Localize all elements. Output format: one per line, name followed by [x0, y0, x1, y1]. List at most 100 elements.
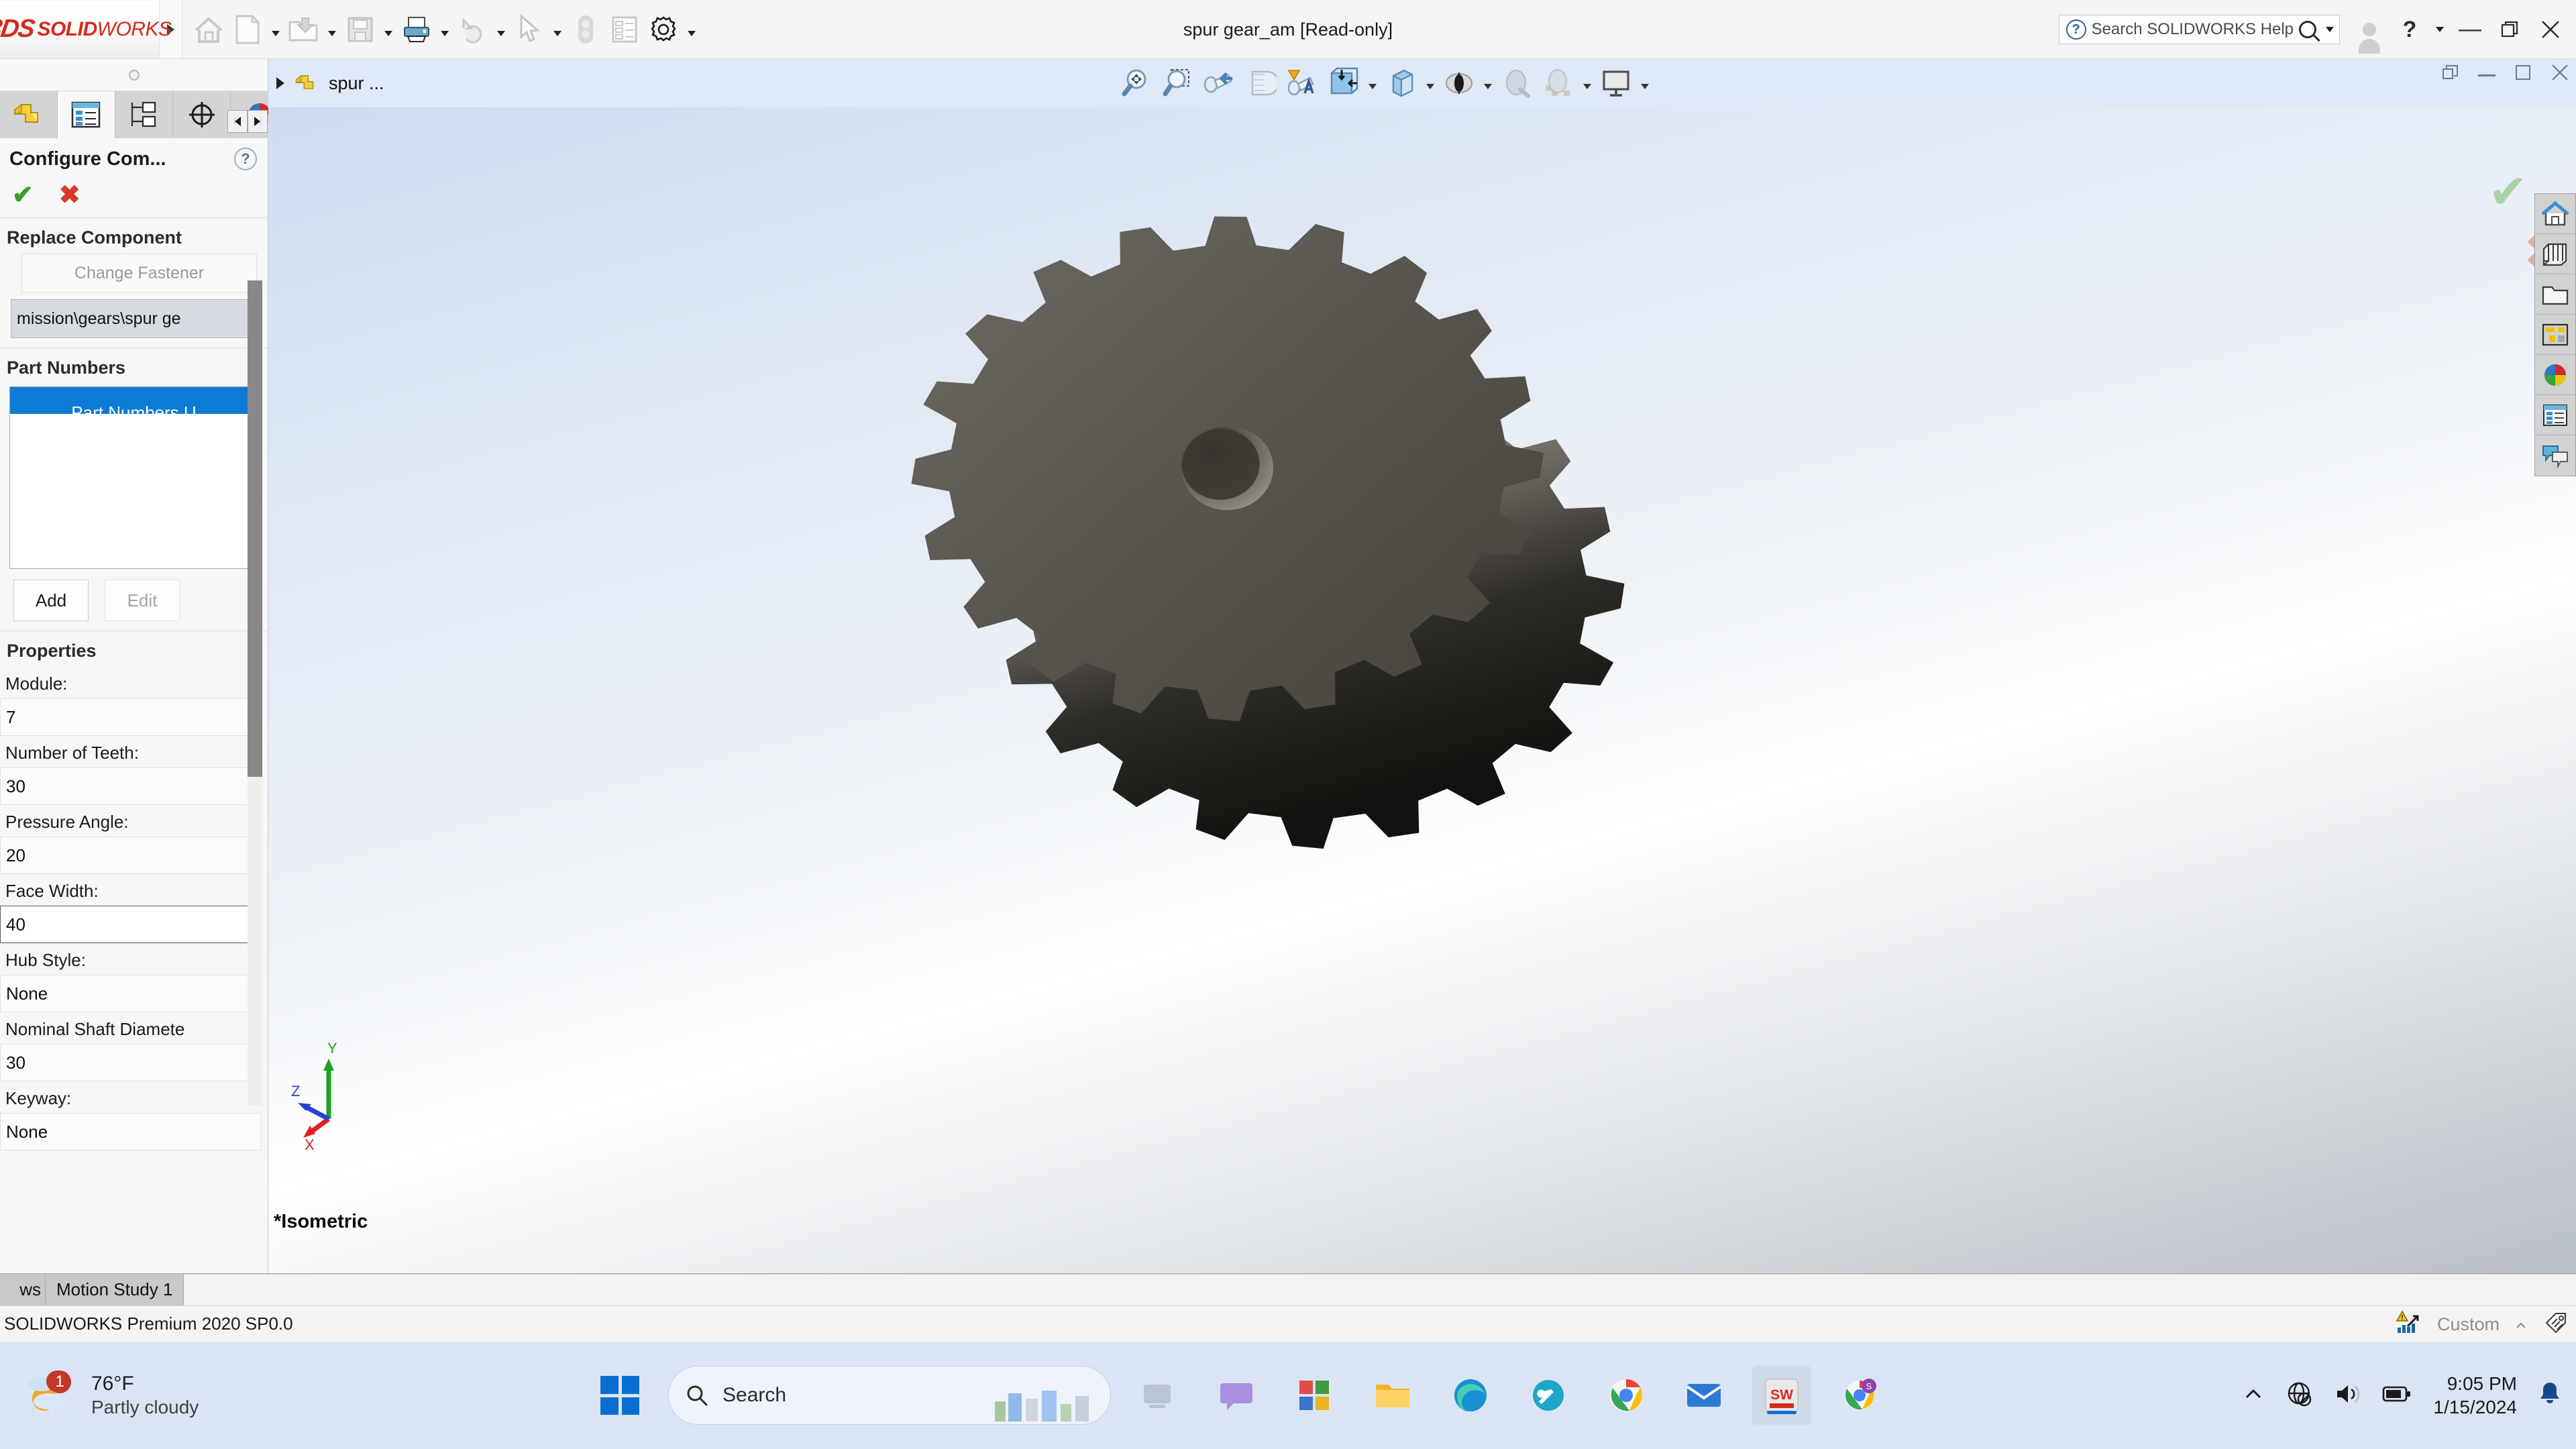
- accept-button[interactable]: ✔: [12, 182, 34, 208]
- save-icon[interactable]: [341, 7, 380, 52]
- component-path-field[interactable]: mission\gears\spur ge: [11, 299, 261, 338]
- restore-button[interactable]: [2491, 11, 2529, 48]
- properties-heading: Properties: [7, 641, 97, 661]
- settings-dropdown[interactable]: [683, 7, 700, 52]
- units-dropdown-icon[interactable]: [2514, 1314, 2528, 1335]
- breadcrumb[interactable]: spur ...: [268, 72, 384, 95]
- close-icon[interactable]: [2551, 63, 2569, 87]
- sidebar-item-dimxpert-manager[interactable]: [173, 91, 231, 138]
- vpn-key-icon[interactable]: [1519, 1366, 1578, 1425]
- units-selector[interactable]: Custom: [2437, 1314, 2500, 1335]
- select-arrow-icon[interactable]: [510, 7, 549, 52]
- chat-icon[interactable]: [1208, 1366, 1267, 1425]
- change-fastener-button[interactable]: Change Fastener: [21, 254, 257, 292]
- view-palette-icon[interactable]: [2535, 315, 2575, 355]
- maximize-icon[interactable]: [2514, 64, 2532, 87]
- restore-icon[interactable]: [2442, 64, 2459, 87]
- close-button[interactable]: [2532, 11, 2569, 48]
- graphics-viewport[interactable]: spur ... ✔ Y X Z *Isometric: [268, 59, 2576, 1273]
- solidworks-icon[interactable]: SW: [1752, 1366, 1811, 1425]
- tags-icon[interactable]: [2542, 1311, 2569, 1338]
- network-icon[interactable]: [2286, 1380, 2314, 1411]
- options-list-icon[interactable]: [605, 7, 644, 52]
- hub-style-input[interactable]: None: [0, 975, 261, 1012]
- show-hidden-icons-icon[interactable]: [2241, 1384, 2265, 1407]
- module-label: Module:: [5, 674, 68, 694]
- add-button[interactable]: Add: [13, 580, 89, 621]
- minimize-button[interactable]: —: [2451, 11, 2489, 48]
- solidworks-logo[interactable]: 3DS SOLIDWORKS: [0, 0, 172, 58]
- open-folder-icon[interactable]: [284, 7, 323, 52]
- model-tab[interactable]: ws: [0, 1274, 46, 1305]
- open-document-dropdown[interactable]: [323, 7, 341, 52]
- gear-settings-icon[interactable]: [644, 7, 683, 52]
- search-icon[interactable]: [2299, 21, 2316, 38]
- design-library-icon[interactable]: [2535, 234, 2575, 274]
- title-bar-right-controls: ? Search SOLIDWORKS Help ? —: [2058, 0, 2569, 59]
- battery-icon[interactable]: [2382, 1384, 2413, 1407]
- chrome-icon[interactable]: [1597, 1366, 1656, 1425]
- start-button[interactable]: [590, 1366, 649, 1425]
- appearances-scenes-icon[interactable]: [2535, 355, 2575, 395]
- chevron-down-icon[interactable]: [2326, 27, 2334, 32]
- tabs-prev-button[interactable]: [227, 110, 248, 133]
- axis-x-label: X: [305, 1136, 315, 1152]
- home-icon[interactable]: [189, 7, 228, 52]
- spur-gear-model[interactable]: [691, 93, 1966, 1233]
- file-explorer-icon[interactable]: [2535, 274, 2575, 315]
- sw-resources-home-icon[interactable]: [2535, 194, 2575, 234]
- widgets-icon[interactable]: [1285, 1366, 1344, 1425]
- save-dropdown[interactable]: [380, 7, 397, 52]
- performance-warning-icon[interactable]: [2396, 1309, 2422, 1339]
- user-account-icon[interactable]: [2351, 11, 2388, 54]
- print-dropdown[interactable]: [436, 7, 453, 52]
- search-input[interactable]: Search: [668, 1366, 1111, 1425]
- scrollbar-thumb[interactable]: [248, 280, 262, 777]
- help-icon[interactable]: ?: [234, 148, 257, 170]
- sw-forum-icon[interactable]: [2535, 435, 2575, 476]
- axis-z-label: Z: [291, 1083, 300, 1099]
- file-explorer-icon[interactable]: [1363, 1366, 1422, 1425]
- help-menu-button[interactable]: ?: [2391, 11, 2428, 48]
- panel-splitter-handle[interactable]: [0, 59, 268, 91]
- tabs-next-button[interactable]: [248, 110, 268, 133]
- minimize-icon[interactable]: [2478, 74, 2496, 76]
- cancel-button[interactable]: ✖: [59, 182, 80, 208]
- measure-icon[interactable]: [566, 7, 605, 52]
- edge-icon[interactable]: [1441, 1366, 1500, 1425]
- view-orientation-label: *Isometric: [274, 1211, 368, 1232]
- volume-icon[interactable]: [2334, 1381, 2362, 1410]
- undo-dropdown[interactable]: [492, 7, 510, 52]
- undo-icon[interactable]: [453, 7, 492, 52]
- module-input[interactable]: 7: [0, 698, 261, 736]
- weather-widget[interactable]: 1 76°F Partly cloudy: [0, 1366, 510, 1424]
- number-of-teeth-input[interactable]: 30: [0, 767, 261, 805]
- panel-scrollbar[interactable]: [248, 280, 262, 1106]
- pressure-angle-input[interactable]: 20: [0, 837, 261, 874]
- task-view-icon[interactable]: [1130, 1366, 1189, 1425]
- nominal-shaft-diameter-input[interactable]: 30: [0, 1044, 261, 1081]
- keyway-input[interactable]: None: [0, 1113, 261, 1150]
- confirm-accept-icon[interactable]: ✔: [2488, 168, 2528, 215]
- help-menu-dropdown[interactable]: [2431, 11, 2449, 48]
- mail-icon[interactable]: [1674, 1366, 1733, 1425]
- chevron-right-icon[interactable]: [276, 77, 284, 89]
- face-width-input[interactable]: 40: [0, 906, 261, 943]
- new-document-dropdown[interactable]: [267, 7, 284, 52]
- sidebar-item-property-manager[interactable]: [58, 91, 115, 138]
- print-icon[interactable]: [397, 7, 436, 52]
- list-item[interactable]: Part Numbers U: [10, 387, 258, 414]
- chrome-secondary-icon[interactable]: S: [1830, 1366, 1889, 1425]
- custom-properties-icon[interactable]: [2535, 395, 2575, 435]
- new-document-icon[interactable]: [228, 7, 267, 52]
- help-search-box[interactable]: ? Search SOLIDWORKS Help: [2058, 15, 2340, 44]
- taskbar-clock[interactable]: 9:05 PM 1/15/2024: [2433, 1372, 2517, 1419]
- sidebar-item-feature-manager[interactable]: [0, 91, 58, 138]
- tab-motion-study-1[interactable]: Motion Study 1: [46, 1274, 184, 1305]
- notifications-icon[interactable]: [2537, 1380, 2563, 1411]
- part-numbers-listbox[interactable]: Part Numbers U: [9, 386, 258, 569]
- select-dropdown[interactable]: [549, 7, 566, 52]
- manager-tabs: [0, 91, 288, 138]
- sidebar-item-configuration-manager[interactable]: [115, 91, 173, 138]
- edit-button[interactable]: Edit: [105, 580, 180, 621]
